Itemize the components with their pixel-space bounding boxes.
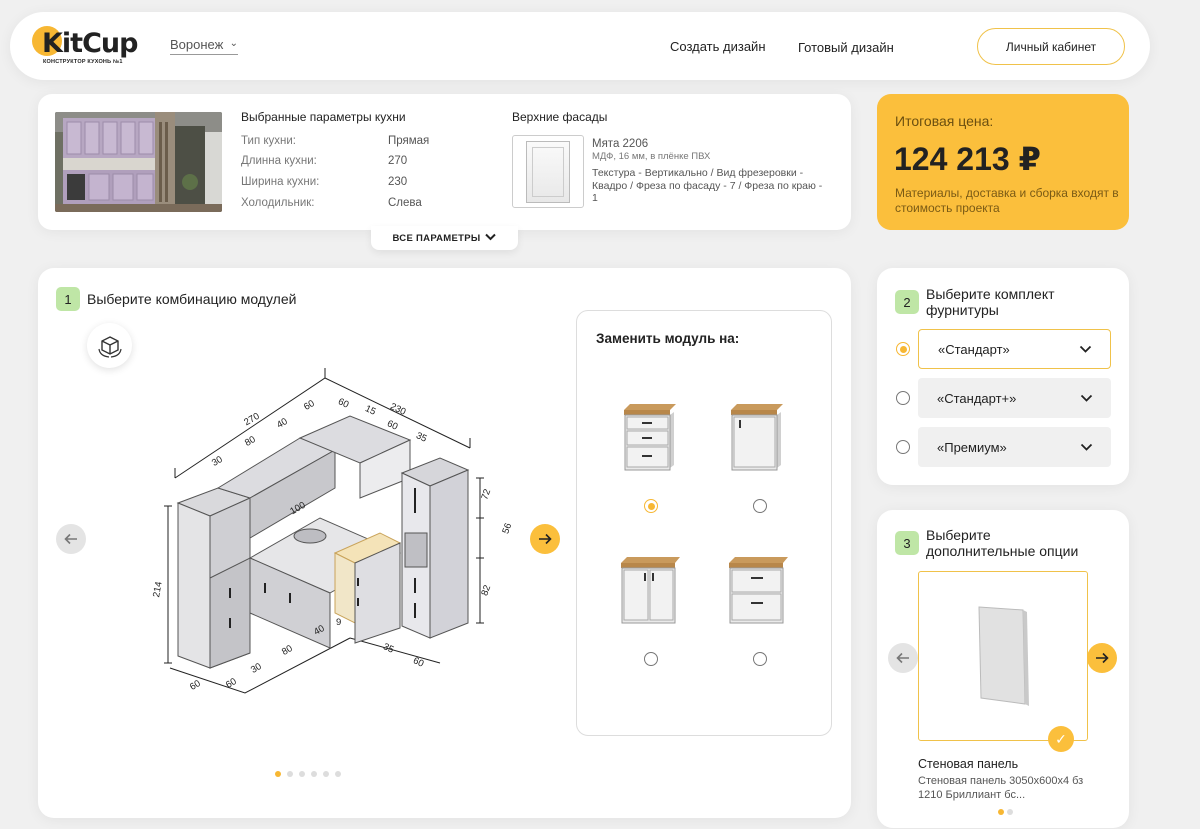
- param-value: 230: [388, 176, 408, 188]
- hardware-option-standard-plus[interactable]: «Стандарт+»: [918, 378, 1111, 418]
- chevron-down-icon: ⌄: [229, 38, 238, 49]
- extras-carousel-dot[interactable]: [1007, 809, 1013, 815]
- city-selector[interactable]: Воронеж ⌄: [170, 37, 238, 55]
- facade-thumbnail: [512, 135, 584, 208]
- chevron-down-icon: [1079, 345, 1092, 353]
- hardware-radio[interactable]: [896, 342, 910, 356]
- param-value: Прямая: [388, 135, 430, 147]
- kitchen-drawing[interactable]: [150, 368, 490, 703]
- arrow-left-icon: [896, 652, 909, 664]
- param-label: Холодильник:: [241, 197, 315, 209]
- module-option-drawers-3[interactable]: [620, 400, 680, 480]
- carousel-dot[interactable]: [323, 771, 329, 777]
- chevron-down-icon: [1080, 394, 1093, 402]
- facade-name: Мята 2206: [592, 138, 649, 150]
- carousel-dot[interactable]: [275, 771, 281, 777]
- nav-create-design[interactable]: Создать дизайн: [670, 39, 766, 54]
- cube-rotate-icon: [97, 335, 122, 358]
- wall-panel-image: [978, 606, 1029, 706]
- carousel-dot[interactable]: [335, 771, 341, 777]
- step-title: Выберите: [926, 527, 991, 543]
- price-value: 124 213 ₽: [894, 141, 1041, 177]
- prev-extra-button[interactable]: [888, 643, 918, 673]
- module-radio[interactable]: [644, 652, 658, 666]
- param-value: Слева: [388, 197, 422, 209]
- param-label: Длинна кухни:: [241, 155, 317, 167]
- param-label: Ширина кухни:: [241, 176, 320, 188]
- price-label: Итоговая цена:: [895, 113, 994, 129]
- option-label: «Стандарт+»: [937, 390, 1017, 406]
- all-params-button[interactable]: ВСЕ ПАРАМЕТРЫ: [371, 226, 518, 250]
- step-title: Выберите комплект: [926, 286, 1055, 302]
- extra-item-description: Стеновая панель 3050х600х4 бз 1210 Брилл…: [918, 775, 1084, 801]
- step-badge: 3: [895, 531, 919, 555]
- arrow-left-icon: [64, 533, 77, 545]
- module-radio[interactable]: [644, 499, 658, 513]
- module-option-drawers-2[interactable]: [725, 553, 790, 633]
- all-params-label: ВСЕ ПАРАМЕТРЫ: [392, 232, 481, 244]
- next-extra-button[interactable]: [1087, 643, 1117, 673]
- logo-subtitle: КОНСТРУКТОР КУХОНЬ №1: [43, 59, 123, 65]
- extras-carousel-dot[interactable]: [998, 809, 1004, 815]
- chevron-down-icon: [485, 233, 497, 244]
- arrow-right-icon: [1096, 652, 1109, 664]
- facade-title: Верхние фасады: [512, 110, 608, 124]
- replace-title: Заменить модуль на:: [596, 331, 740, 346]
- kitchen-photo: [55, 112, 222, 212]
- selected-check-icon: ✓: [1048, 726, 1074, 752]
- next-combination-button[interactable]: [530, 524, 560, 554]
- option-label: «Премиум»: [937, 439, 1007, 455]
- module-radio[interactable]: [753, 499, 767, 513]
- step-title: Выберите комбинацию модулей: [87, 291, 297, 307]
- logo[interactable]: KitCup: [42, 28, 138, 59]
- arrow-right-icon: [539, 533, 552, 545]
- hardware-radio[interactable]: [896, 440, 910, 454]
- carousel-dot[interactable]: [287, 771, 293, 777]
- step-title: фурнитуры: [926, 302, 999, 318]
- hardware-option-standard[interactable]: «Стандарт»: [918, 329, 1111, 369]
- module-option-door[interactable]: [727, 400, 787, 480]
- params-title: Выбранные параметры кухни: [241, 110, 406, 124]
- facade-description: Текстура - Вертикально / Вид фрезеровки …: [592, 167, 823, 204]
- hardware-radio[interactable]: [896, 391, 910, 405]
- rotate-3d-button[interactable]: [87, 323, 132, 368]
- module-option-double-door[interactable]: [617, 553, 682, 633]
- option-label: «Стандарт»: [938, 341, 1010, 357]
- extra-item-name: Стеновая панель: [918, 757, 1019, 771]
- extra-option-item[interactable]: [918, 571, 1088, 741]
- step-badge: 1: [56, 287, 80, 311]
- step-badge: 2: [895, 290, 919, 314]
- city-label: Воронеж: [170, 37, 224, 52]
- dimension-label: 9: [336, 617, 342, 628]
- param-label: Тип кухни:: [241, 135, 296, 147]
- price-note: Материалы, доставка и сборка входят в ст…: [895, 186, 1119, 215]
- facade-material: МДФ, 16 мм, в плёнке ПВХ: [592, 151, 711, 162]
- replace-module-panel: [576, 310, 832, 736]
- param-value: 270: [388, 155, 408, 167]
- step-title: дополнительные опции: [926, 543, 1079, 559]
- hardware-option-premium[interactable]: «Премиум»: [918, 427, 1111, 467]
- cabinet-button[interactable]: Личный кабинет: [977, 28, 1125, 65]
- module-radio[interactable]: [753, 652, 767, 666]
- carousel-dot[interactable]: [311, 771, 317, 777]
- carousel-dot[interactable]: [299, 771, 305, 777]
- chevron-down-icon: [1080, 443, 1093, 451]
- prev-combination-button[interactable]: [56, 524, 86, 554]
- nav-ready-design[interactable]: Готовый дизайн: [798, 40, 894, 55]
